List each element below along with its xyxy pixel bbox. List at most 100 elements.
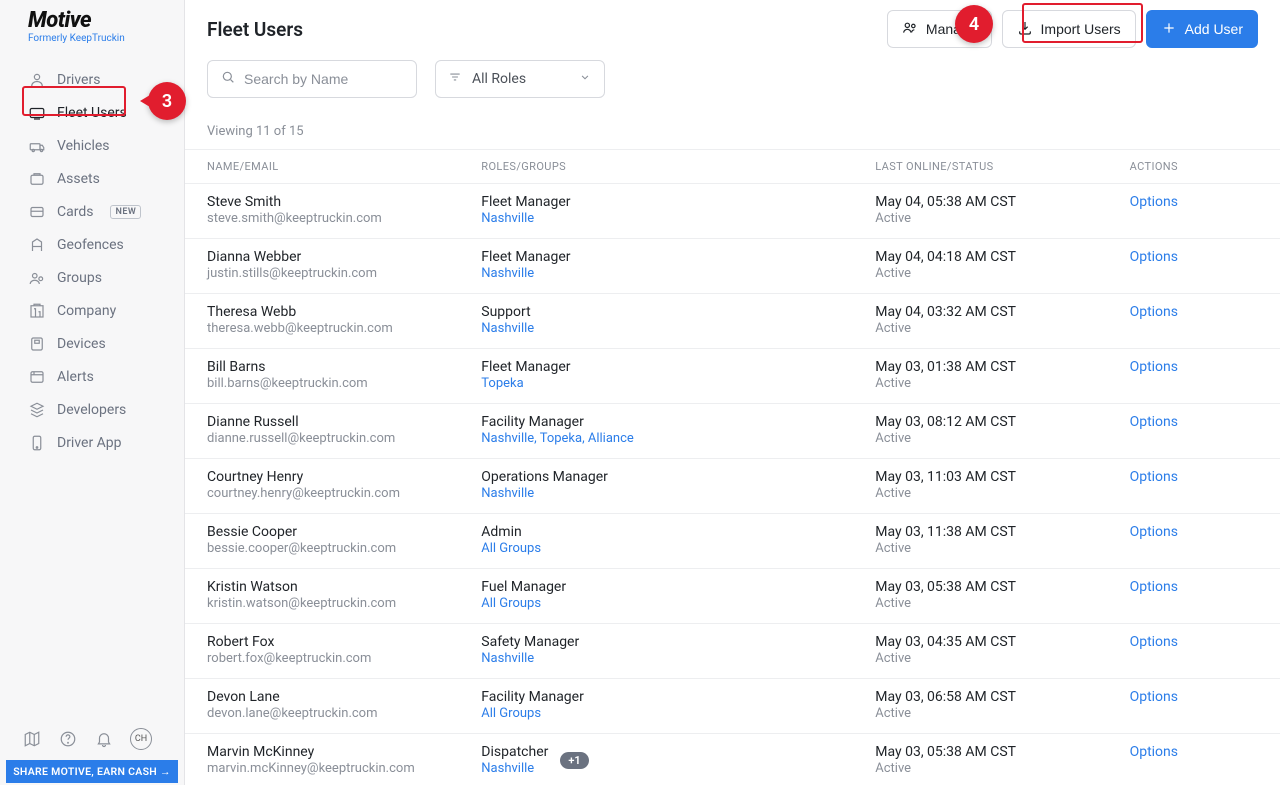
sidebar-item-cards[interactable]: CardsNEW [0,196,184,229]
table-header: NAME/EMAIL ROLES/GROUPS LAST ONLINE/STAT… [185,149,1280,184]
user-role: Facility Manager [481,414,634,430]
user-email: bill.barns@keeptruckin.com [207,376,481,391]
options-link[interactable]: Options [1130,469,1178,485]
plus-icon [1161,20,1177,39]
user-groups[interactable]: Nashville [481,761,548,776]
help-icon[interactable] [58,729,78,749]
user-role: Fleet Manager [481,359,570,375]
sidebar-item-label: Vehicles [57,138,110,154]
user-groups[interactable]: All Groups [481,706,584,721]
col-status-header: LAST ONLINE/STATUS [875,160,1129,173]
bell-icon[interactable] [94,729,114,749]
import-icon [1017,20,1033,39]
user-groups[interactable]: All Groups [481,541,541,556]
table-row: Dianne Russelldianne.russell@keeptruckin… [185,404,1280,459]
user-groups[interactable]: Nashville [481,486,608,501]
share-banner[interactable]: SHARE MOTIVE, EARN CASH → [6,760,178,783]
col-name-header: NAME/EMAIL [207,160,481,173]
user-status: Active [875,651,1129,666]
sidebar-item-geofences[interactable]: Geofences [0,229,184,262]
user-status: Active [875,706,1129,721]
user-name: Theresa Webb [207,304,481,320]
table-row: Theresa Webbtheresa.webb@keeptruckin.com… [185,294,1280,349]
roles-filter-label: All Roles [472,71,526,87]
search-input-wrap[interactable] [207,60,417,98]
options-link[interactable]: Options [1130,414,1178,430]
sidebar-item-label: Alerts [57,369,94,385]
options-link[interactable]: Options [1130,634,1178,650]
user-last-online: May 03, 11:38 AM CST [875,524,1129,540]
main-content: Fleet Users Manage Import Users Add User [185,0,1280,785]
table-row: Marvin McKinneymarvin.mcKinney@keeptruck… [185,734,1280,785]
search-input[interactable] [244,71,404,87]
sidebar-item-developers[interactable]: Developers [0,394,184,427]
user-groups[interactable]: Nashville [481,321,534,336]
brand-tagline: Formerly KeepTruckin [28,33,164,44]
user-groups[interactable]: Nashville, Topeka, Alliance [481,431,634,446]
user-last-online: May 04, 05:38 AM CST [875,194,1129,210]
options-link[interactable]: Options [1130,304,1178,320]
nav-icon [28,236,46,254]
user-groups[interactable]: Nashville [481,651,579,666]
user-role: Facility Manager [481,689,584,705]
table-row: Robert Foxrobert.fox@keeptruckin.comSafe… [185,624,1280,679]
sidebar-item-alerts[interactable]: Alerts [0,361,184,394]
annotation-callout-3: 3 [148,82,186,120]
user-status: Active [875,431,1129,446]
user-email: dianne.russell@keeptruckin.com [207,431,481,446]
roles-filter[interactable]: All Roles [435,60,605,98]
options-link[interactable]: Options [1130,689,1178,705]
user-name: Dianne Russell [207,414,481,430]
options-link[interactable]: Options [1130,579,1178,595]
avatar[interactable]: CH [130,728,152,750]
sidebar-item-label: Developers [57,402,126,418]
user-name: Bessie Cooper [207,524,481,540]
options-link[interactable]: Options [1130,359,1178,375]
user-groups[interactable]: Nashville [481,211,570,226]
user-email: bessie.cooper@keeptruckin.com [207,541,481,556]
user-email: marvin.mcKinney@keeptruckin.com [207,761,481,776]
sidebar-item-groups[interactable]: Groups [0,262,184,295]
options-link[interactable]: Options [1130,194,1178,210]
nav-icon [28,170,46,188]
user-name: Robert Fox [207,634,481,650]
table-row: Dianna Webberjustin.stills@keeptruckin.c… [185,239,1280,294]
nav-icon [28,104,46,122]
users-icon [902,20,918,39]
user-role: Operations Manager [481,469,608,485]
nav-icon [28,434,46,452]
add-user-button[interactable]: Add User [1146,10,1258,48]
user-last-online: May 03, 01:38 AM CST [875,359,1129,375]
sidebar-nav: DriversFleet UsersVehiclesAssetsCardsNEW… [0,64,184,460]
user-groups[interactable]: Topeka [481,376,570,391]
nav-icon [28,401,46,419]
user-groups[interactable]: Nashville [481,266,570,281]
page-title: Fleet Users [207,18,303,41]
nav-icon [28,302,46,320]
user-groups[interactable]: All Groups [481,596,566,611]
sidebar-item-vehicles[interactable]: Vehicles [0,130,184,163]
user-name: Bill Barns [207,359,481,375]
sidebar-item-driver-app[interactable]: Driver App [0,427,184,460]
user-role: Fuel Manager [481,579,566,595]
table-row: Kristin Watsonkristin.watson@keeptruckin… [185,569,1280,624]
map-icon[interactable] [22,729,42,749]
options-link[interactable]: Options [1130,524,1178,540]
sidebar-item-devices[interactable]: Devices [0,328,184,361]
brand-name: Motive [28,8,164,33]
user-email: steve.smith@keeptruckin.com [207,211,481,226]
sidebar-item-label: Assets [57,171,100,187]
user-last-online: May 03, 06:58 AM CST [875,689,1129,705]
user-name: Steve Smith [207,194,481,210]
import-users-button[interactable]: Import Users [1002,10,1136,48]
sidebar-item-assets[interactable]: Assets [0,163,184,196]
options-link[interactable]: Options [1130,744,1178,760]
user-email: kristin.watson@keeptruckin.com [207,596,481,611]
sidebar-item-company[interactable]: Company [0,295,184,328]
options-link[interactable]: Options [1130,249,1178,265]
user-role: Fleet Manager [481,194,570,210]
user-name: Kristin Watson [207,579,481,595]
nav-icon [28,203,46,221]
import-label: Import Users [1041,21,1121,37]
search-icon [220,69,236,89]
